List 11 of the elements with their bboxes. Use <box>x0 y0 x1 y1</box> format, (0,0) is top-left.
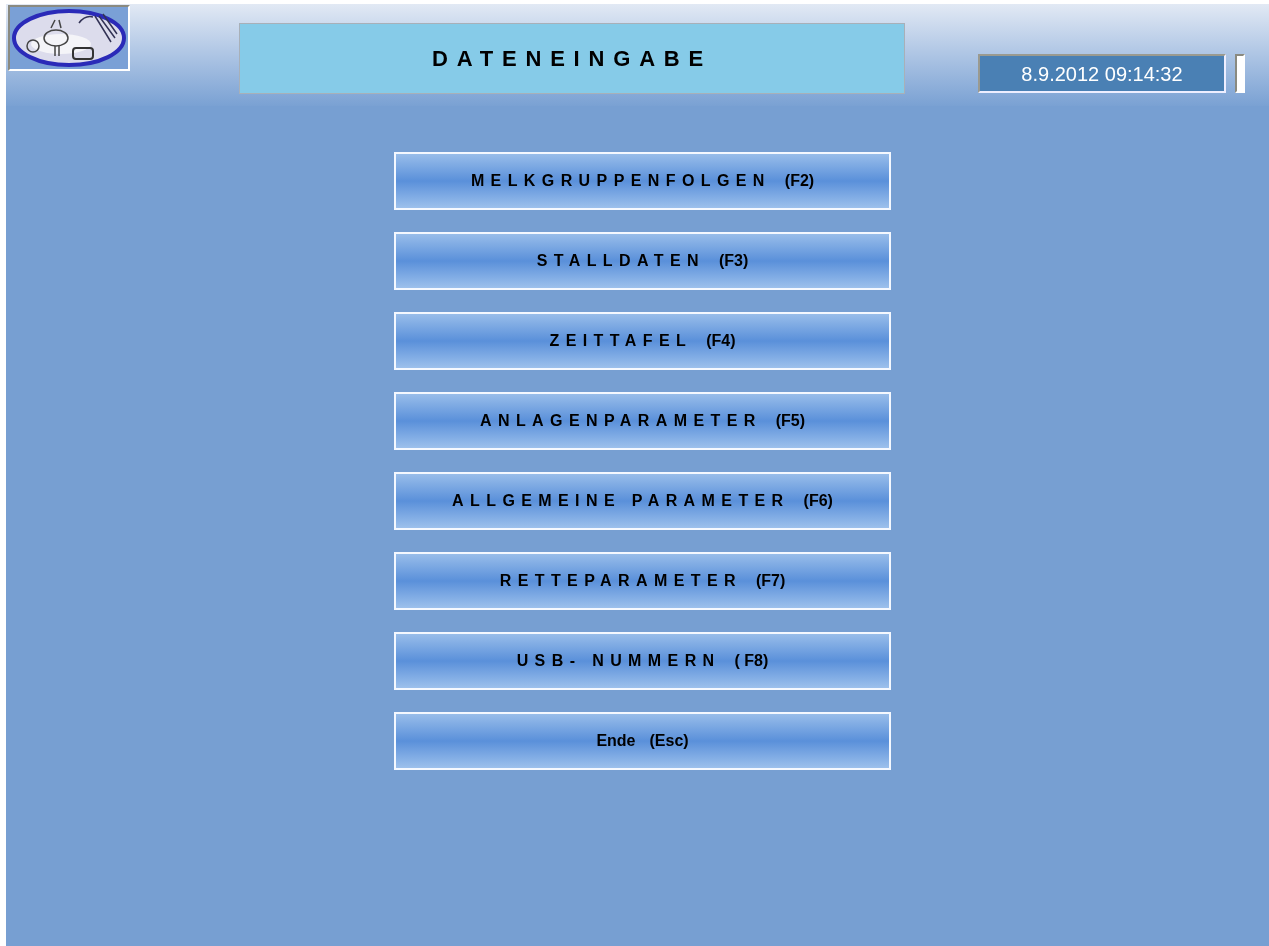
menu-button[interactable]: ANLAGENPARAMETER (F5) <box>394 392 891 450</box>
menu-button[interactable]: ZEITTAFEL (F4) <box>394 312 891 370</box>
menu-button[interactable]: USB- NUMMERN ( F8) <box>394 632 891 690</box>
menu-button[interactable]: STALLDATEN (F3) <box>394 232 891 290</box>
page-title: DATENEINGABE <box>239 23 905 94</box>
menu-button[interactable]: MELKGRUPPENFOLGEN (F2) <box>394 152 891 210</box>
datetime-display: 8.9.2012 09:14:32 <box>978 54 1226 93</box>
menu-button[interactable]: Ende (Esc) <box>394 712 891 770</box>
menu-button[interactable]: RETTEPARAMETER (F7) <box>394 552 891 610</box>
status-indicator <box>1235 54 1245 93</box>
menu-button[interactable]: ALLGEMEINE PARAMETER (F6) <box>394 472 891 530</box>
